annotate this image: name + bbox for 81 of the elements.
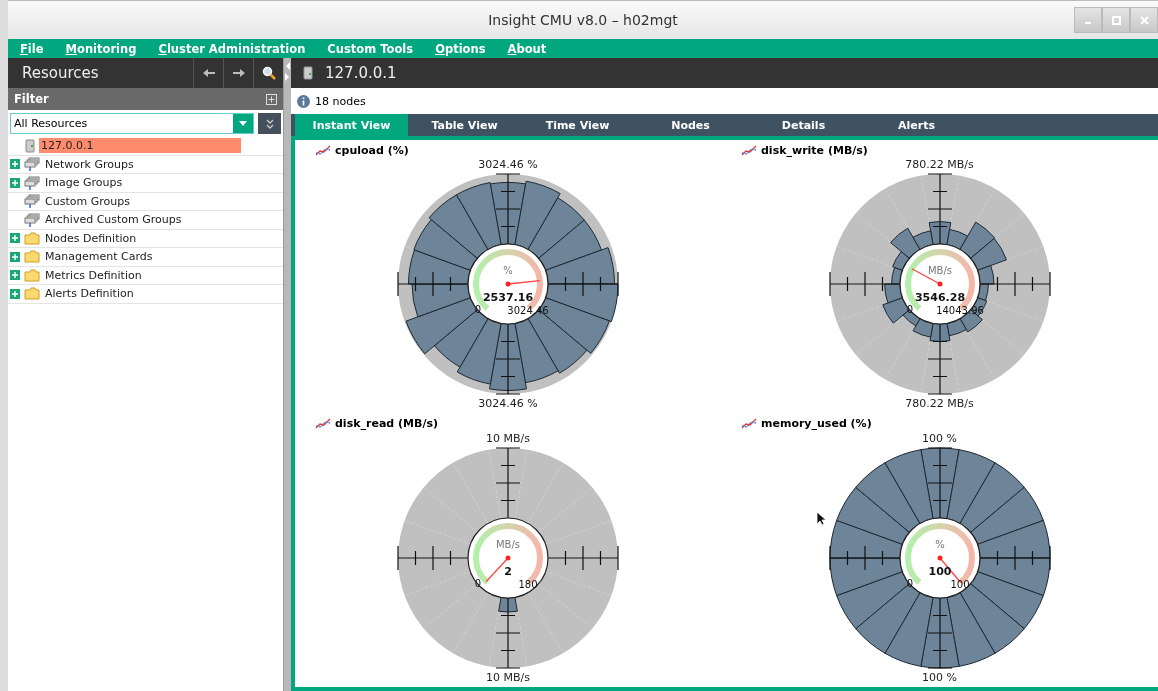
tree-item[interactable]: Metrics Definition [43,267,144,283]
axis-max-label: 780.22 MB/s [905,158,974,171]
line-chart-icon [741,418,757,429]
gauge-unit: MB/s [927,265,952,276]
maximize-icon [1111,15,1121,25]
gauge-needle [505,280,541,287]
gauge-unit: % [503,265,513,276]
server-icon [24,138,36,153]
line-chart-icon [315,144,331,156]
tab[interactable]: Details [747,114,860,136]
gauge-needle [485,555,511,582]
window-title: Insight CMU v8.0 – h02mgt [488,12,678,28]
search-icon [261,66,276,80]
expand-plus-icon[interactable] [10,251,20,262]
tab[interactable]: Time View [521,114,634,136]
axis-max-label: 3024.46 % [478,397,538,410]
arrow-left-icon [201,68,216,78]
expand-plus-icon[interactable] [10,233,20,244]
filter-label: Filter [14,92,49,106]
gauge-value: 100 [928,564,951,578]
gauge-max: 100 [949,578,970,590]
collapse-arrows-icon[interactable] [284,61,291,83]
chart-title: disk_write (MB/s) [761,143,868,157]
axis-max-label: 780.22 MB/s [905,397,974,410]
gauge-value: 2537.16 [482,291,534,304]
panel-title: Resources [21,64,100,82]
close-button[interactable] [1130,7,1158,33]
tab[interactable]: Nodes [634,114,747,136]
gauge-value: 3546.28 [914,291,965,304]
expand-plus-icon[interactable] [10,159,20,170]
gauge-value: 2 [504,564,512,578]
folder-icon [24,268,40,282]
folder-icon [24,250,40,264]
gauge-min: 0 [474,304,482,315]
expand-icon[interactable] [266,93,277,105]
axis-max-label: 100 % [922,670,957,684]
caret-icon [239,121,247,126]
collapse-button[interactable] [258,113,281,134]
folder-icon [24,231,40,245]
server-icon [303,66,313,80]
expand-plus-icon[interactable] [10,270,20,281]
tab[interactable]: Table View [408,114,521,136]
node-count: 18 nodes [315,94,366,108]
gauge-unit: MB/s [495,538,521,550]
folder-icon [24,287,40,301]
line-chart-icon [315,418,331,429]
maximize-button[interactable] [1102,7,1130,33]
chart-title: disk_read (MB/s) [335,417,438,430]
tree-item[interactable]: 127.0.0.1 [39,138,241,154]
info-icon [297,94,310,108]
tree-item[interactable]: Alerts Definition [43,286,136,302]
polar-bar [538,219,602,271]
axis-max-label: 10 MB/s [486,670,530,684]
tree-item[interactable]: Custom Groups [43,193,132,209]
arrow-right-icon [231,68,246,78]
line-chart-icon [741,144,757,156]
chart-title: cpuload (%) [335,143,409,157]
chart-title: memory_used (%) [761,417,872,430]
tree-item[interactable]: Nodes Definition [43,230,139,246]
tree-item[interactable]: Network Groups [43,156,136,172]
gauge-min: 0 [906,577,913,589]
tab[interactable]: Alerts [860,114,973,136]
close-icon [1139,15,1149,25]
tree-item[interactable]: Archived Custom Groups [43,212,184,228]
expand-plus-icon[interactable] [10,288,20,299]
filter-dropdown[interactable]: All Resources [10,113,254,134]
gauge-min: 0 [906,304,913,315]
polar-bar [912,318,934,338]
mouse-pointer-icon [816,510,826,526]
axis-max-label: 10 MB/s [486,431,530,445]
tree-item[interactable]: Image Groups [43,175,125,191]
gauge-max: 180 [518,578,538,590]
host-title: 127.0.0.1 [325,64,397,82]
axis-max-label: 100 % [922,431,957,445]
expand-plus-icon[interactable] [10,177,20,188]
double-chevron-icon [265,118,274,129]
server-group-icon [24,175,40,190]
gauge-unit: % [934,538,945,550]
axis-max-label: 3024.46 % [478,158,538,171]
tree-item[interactable]: Management Cards [43,249,155,265]
server-group-icon [24,212,40,227]
